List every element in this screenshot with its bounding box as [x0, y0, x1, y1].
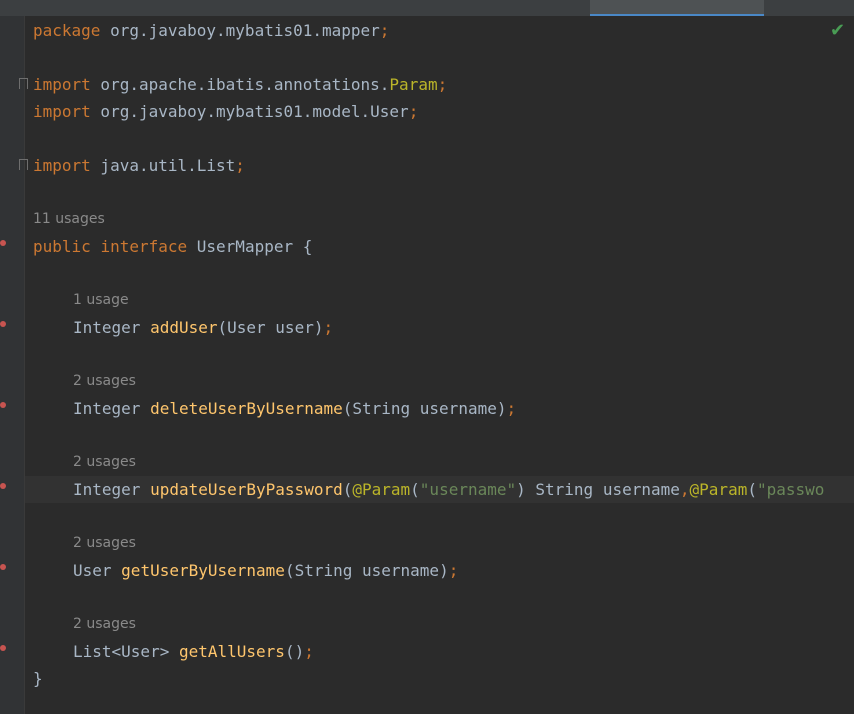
method-declaration[interactable]: User getUserByUsername(String username); — [73, 557, 458, 584]
semicolon: ; — [235, 156, 245, 175]
implementation-marker-icon[interactable] — [0, 402, 6, 408]
keyword: package — [33, 21, 101, 40]
paren: ( — [342, 480, 353, 499]
tab-bar — [0, 0, 854, 16]
usages-hint[interactable]: 1 usage — [73, 290, 129, 310]
import-statement[interactable]: import org.apache.ibatis.annotations.Par… — [33, 71, 447, 98]
interface-name: UserMapper { — [187, 237, 313, 256]
return-type: Integer — [73, 480, 151, 499]
import-path: org.javaboy.mybatis01.model.User — [90, 102, 409, 121]
keyword: import — [33, 75, 91, 94]
semicolon: ; — [408, 102, 419, 121]
keyword: public — [33, 237, 91, 256]
usages-hint[interactable]: 2 usages — [73, 614, 136, 634]
paren: ( — [747, 480, 757, 499]
semicolon: ; — [448, 561, 459, 580]
method-name: getAllUsers — [178, 642, 285, 661]
import-statement[interactable]: import java.util.List; — [33, 152, 245, 179]
fold-start-icon[interactable] — [19, 78, 28, 89]
closing-brace[interactable]: } — [33, 665, 43, 692]
string-literal: "passwo — [756, 480, 825, 499]
interface-declaration[interactable]: public interface UserMapper { — [33, 233, 312, 260]
package-name: org.javaboy.mybatis01.mapper — [100, 21, 380, 40]
import-class: Param — [389, 75, 438, 94]
string-literal: "username" — [419, 480, 517, 499]
implementation-marker-icon[interactable] — [0, 564, 6, 570]
keyword: import — [33, 102, 91, 121]
active-tab-indicator[interactable] — [590, 0, 764, 16]
method-params: (String username) — [284, 561, 449, 580]
method-declaration[interactable]: Integer updateUserByPassword(@Param("use… — [73, 476, 824, 503]
import-statement[interactable]: import org.javaboy.mybatis01.model.User; — [33, 98, 418, 125]
method-name: getUserByUsername — [121, 561, 285, 580]
method-name: deleteUserByUsername — [150, 399, 343, 418]
keyword: interface — [100, 237, 188, 256]
implementation-marker-icon[interactable] — [0, 240, 6, 246]
import-path: java.util.List — [90, 156, 236, 175]
package-declaration[interactable]: package org.javaboy.mybatis01.mapper; — [33, 17, 389, 44]
method-declaration[interactable]: Integer addUser(User user); — [73, 314, 333, 341]
inspection-ok-icon[interactable]: ✔ — [830, 21, 845, 41]
semicolon: ; — [379, 21, 390, 40]
fold-end-icon[interactable] — [19, 159, 28, 170]
return-type: List<User> — [73, 642, 179, 661]
paren: ( — [410, 480, 420, 499]
usages-hint[interactable]: 2 usages — [73, 452, 136, 472]
implementation-marker-icon[interactable] — [0, 645, 6, 651]
gutter-divider — [24, 16, 25, 714]
return-type: Integer — [73, 318, 151, 337]
semicolon: ; — [437, 75, 448, 94]
method-params: (User user) — [217, 318, 324, 337]
annotation: @Param — [352, 480, 411, 499]
implementation-marker-icon[interactable] — [0, 321, 6, 327]
usages-hint[interactable]: 2 usages — [73, 371, 136, 391]
method-name: updateUserByPassword — [150, 480, 343, 499]
return-type: Integer — [73, 399, 151, 418]
semicolon: ; — [304, 642, 314, 661]
semicolon: ; — [506, 399, 517, 418]
method-declaration[interactable]: Integer deleteUserByUsername(String user… — [73, 395, 516, 422]
keyword: import — [33, 156, 91, 175]
comma: , — [679, 480, 690, 499]
import-path: org.apache.ibatis.annotations. — [90, 75, 390, 94]
annotation: @Param — [689, 480, 748, 499]
usages-hint[interactable]: 2 usages — [73, 533, 136, 553]
method-params: () — [284, 642, 305, 661]
semicolon: ; — [323, 318, 334, 337]
implementation-marker-icon[interactable] — [0, 483, 6, 489]
method-params: (String username) — [342, 399, 507, 418]
method-declaration[interactable]: List<User> getAllUsers(); — [73, 638, 314, 665]
param-text: ) String username — [516, 480, 680, 499]
editor-gutter[interactable] — [0, 16, 24, 714]
usages-hint[interactable]: 11 usages — [33, 209, 105, 229]
method-name: addUser — [150, 318, 218, 337]
return-type: User — [73, 561, 122, 580]
